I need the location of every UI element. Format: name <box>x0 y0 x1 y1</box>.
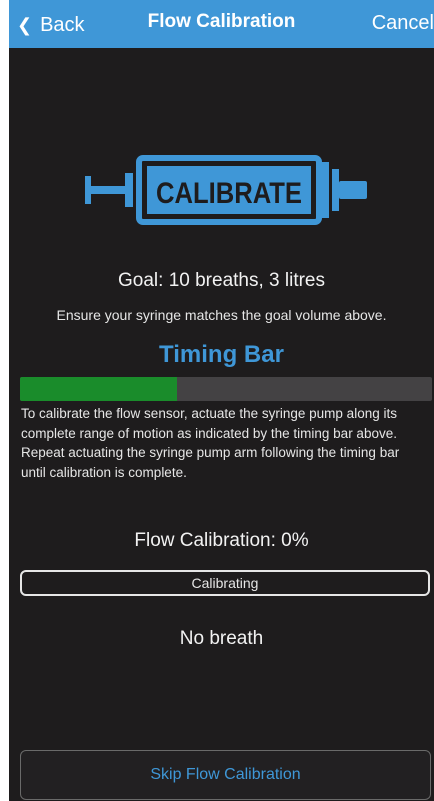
skip-flow-calibration-button[interactable]: Skip Flow Calibration <box>20 750 431 800</box>
calibrate-logo: CALIBRATE <box>85 155 367 225</box>
calibrating-status-button: Calibrating <box>20 570 430 596</box>
nav-bar: ❮ Back Flow Calibration Cancel <box>9 0 434 48</box>
timing-bar <box>20 377 432 401</box>
logo-text: CALIBRATE <box>156 177 302 210</box>
timing-bar-fill <box>20 377 177 401</box>
goal-text: Goal: 10 breaths, 3 litres <box>118 270 325 291</box>
screen: ❮ Back Flow Calibration Cancel CALIBRATE… <box>9 0 434 801</box>
flow-calibration-status: Flow Calibration: 0% <box>134 530 309 551</box>
timing-bar-title: Timing Bar <box>159 341 284 368</box>
page-title: Flow Calibration <box>147 11 296 32</box>
ensure-text: Ensure your syringe matches the goal vol… <box>56 307 387 323</box>
breath-status: No breath <box>179 628 264 649</box>
instructions-text: To calibrate the flow sensor, actuate th… <box>21 406 400 480</box>
cancel-button[interactable]: Cancel <box>372 12 434 35</box>
